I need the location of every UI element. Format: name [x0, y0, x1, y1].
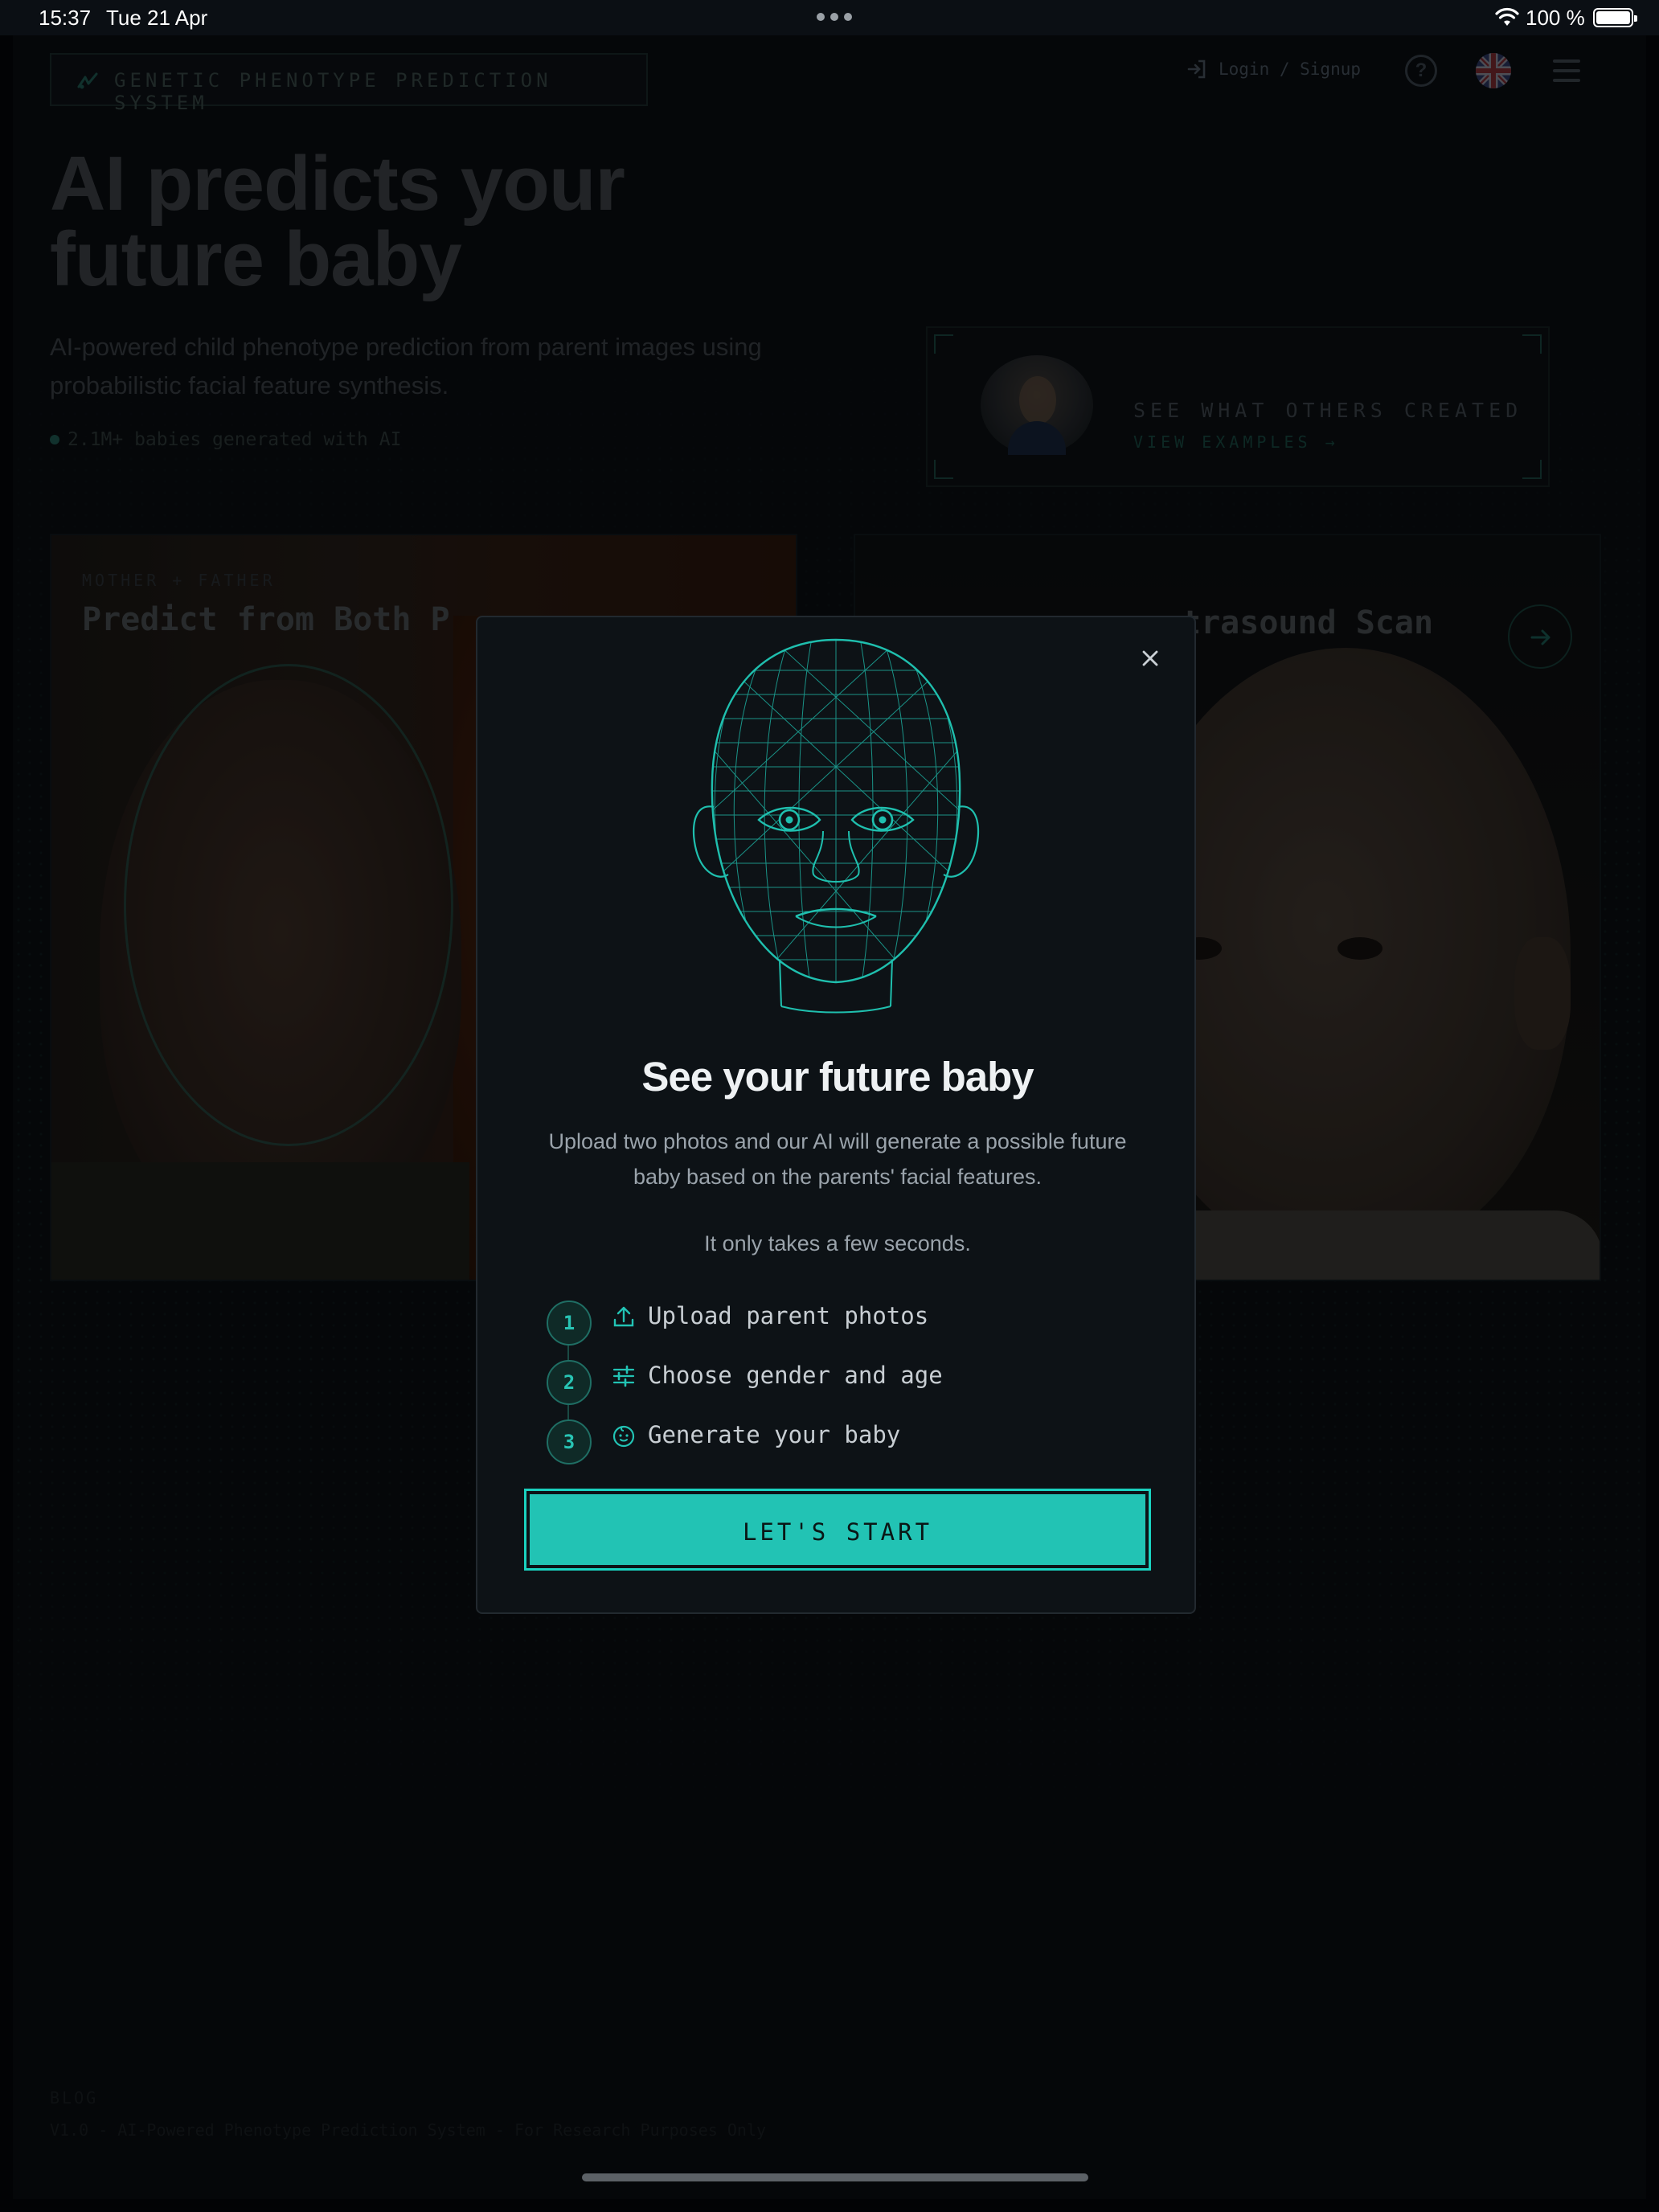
status-bar: 15:37 Tue 21 Apr 100 % [0, 0, 1659, 35]
step-label: Generate your baby [648, 1421, 901, 1448]
modal-description: Upload two photos and our AI will genera… [526, 1124, 1149, 1194]
home-indicator[interactable] [582, 2173, 1088, 2181]
close-icon[interactable] [1137, 645, 1164, 672]
sliders-icon [612, 1365, 635, 1387]
battery-icon [1593, 8, 1637, 27]
status-date: Tue 21 Apr [106, 6, 208, 30]
battery-percent: 100 % [1526, 6, 1585, 30]
lets-start-button[interactable]: LET'S START [524, 1489, 1151, 1571]
status-time: 15:37 [39, 6, 92, 30]
modal-description-line1: Upload two photos and our AI will genera… [548, 1129, 1127, 1153]
step-item: 1 Upload parent photos [532, 1301, 1143, 1349]
modal-note: It only takes a few seconds. [704, 1231, 971, 1256]
step-label: Choose gender and age [648, 1362, 943, 1389]
onboarding-modal: See your future baby Upload two photos a… [476, 616, 1196, 1614]
upload-icon [613, 1306, 634, 1327]
wireframe-baby-face-icon [692, 638, 980, 1014]
step-number: 1 [547, 1301, 592, 1346]
modal-description-line2: baby based on the parents' facial featur… [633, 1165, 1042, 1189]
baby-face-icon [612, 1425, 635, 1448]
step-item: 3 Generate your baby [532, 1419, 1143, 1468]
multitasking-dots-icon[interactable] [817, 13, 852, 21]
wifi-icon [1495, 7, 1519, 26]
step-number: 2 [547, 1360, 592, 1405]
modal-title: See your future baby [641, 1054, 1034, 1100]
step-item: 2 Choose gender and age [532, 1360, 1143, 1408]
lets-start-label: LET'S START [742, 1518, 933, 1546]
step-number: 3 [547, 1419, 592, 1464]
steps-list: 1 Upload parent photos 2 Choose gender a… [532, 1301, 1143, 1469]
step-label: Upload parent photos [648, 1302, 929, 1329]
